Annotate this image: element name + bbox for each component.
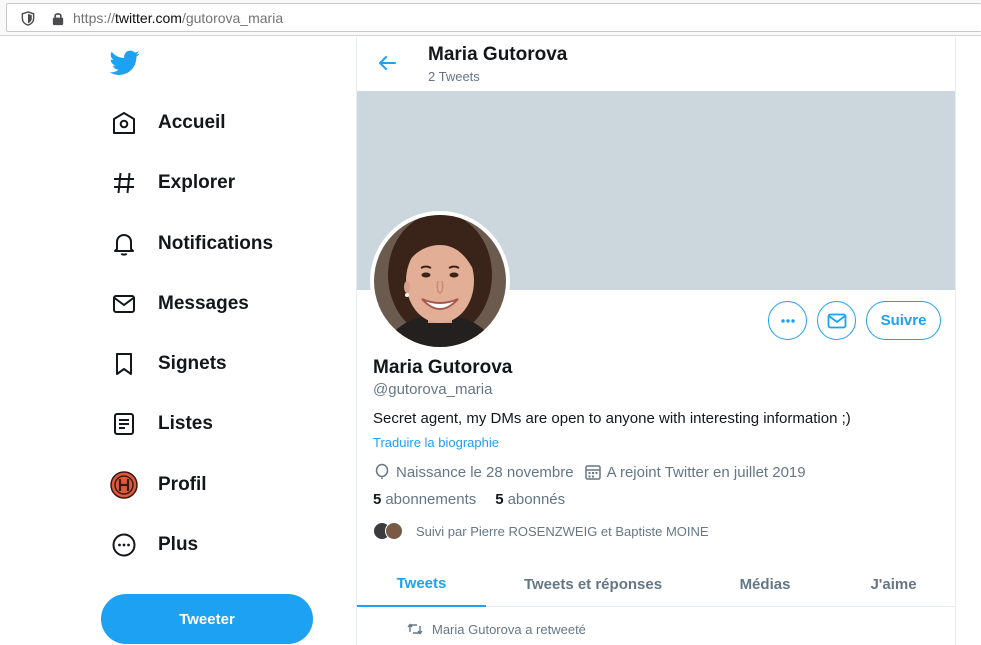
retweet-icon (407, 621, 423, 637)
more-dots-icon (780, 318, 795, 323)
header-tweet-count: 2 Tweets (428, 69, 480, 84)
sidebar-item-label: Accueil (158, 112, 226, 133)
sidebar-item-label: Profil (158, 474, 207, 495)
followers-count: 5 (495, 491, 504, 508)
tab-tweets-replies[interactable]: Tweets et réponses (486, 561, 700, 607)
sidebar-item-plus[interactable]: Plus (106, 522, 326, 568)
follower-avatar (385, 522, 403, 540)
following-label: abonnements (385, 491, 477, 508)
followed-by-text: Suivi par Pierre ROSENZWEIG et Baptiste … (416, 523, 709, 539)
tab-medias[interactable]: Médias (700, 561, 830, 607)
follow-button[interactable]: Suivre (866, 301, 941, 340)
url-text[interactable]: https://twitter.com/gutorova_maria (73, 10, 283, 26)
sidebar-item-accueil[interactable]: Accueil (106, 100, 326, 146)
profile-avatar-icon (106, 467, 142, 503)
profile-handle: @gutorova_maria (373, 381, 493, 398)
url-path: /gutorova_maria (181, 10, 284, 26)
followers-link[interactable]: 5 abonnés (495, 491, 565, 508)
balloon-icon (373, 463, 391, 481)
tweet-button[interactable]: Tweeter (101, 594, 313, 644)
translate-bio-link[interactable]: Traduire la biographie (373, 435, 499, 450)
home-icon (106, 105, 142, 141)
sidebar-item-label: Notifications (158, 233, 274, 254)
twitter-bird-icon[interactable] (110, 50, 140, 76)
follow-counts: 5 abonnements 5 abonnés (373, 491, 584, 508)
retweet-text: Maria Gutorova a retweeté (432, 621, 586, 637)
sidebar-item-listes[interactable]: Listes (106, 401, 326, 447)
profile-tabs: Tweets Tweets et réponses Médias J'aime (357, 561, 955, 607)
address-bar[interactable]: https://twitter.com/gutorova_maria (6, 3, 981, 32)
sidebar-item-signets[interactable]: Signets (106, 341, 326, 387)
browser-toolbar: https://twitter.com/gutorova_maria (0, 0, 981, 36)
bookmark-icon (106, 346, 142, 382)
sidebar-nav: Accueil Explorer Notifications Messages … (0, 37, 356, 645)
message-button[interactable] (817, 301, 856, 340)
retweet-notice: Maria Gutorova a retweeté (407, 621, 586, 637)
sidebar-item-label: Signets (158, 353, 227, 374)
birthday-text: Naissance le 28 novembre (396, 463, 574, 481)
hashtag-icon (106, 165, 142, 201)
sidebar-item-messages[interactable]: Messages (106, 281, 326, 327)
sidebar-item-label: Plus (158, 534, 199, 555)
envelope-icon (827, 313, 846, 328)
profile-header-bar: Maria Gutorova 2 Tweets (357, 37, 955, 90)
profile-meta: Naissance le 28 novembre A rejoint Twitt… (373, 461, 806, 483)
profile-bio: Secret agent, my DMs are open to anyone … (373, 410, 851, 427)
header-name: Maria Gutorova (428, 44, 568, 65)
calendar-icon (584, 463, 602, 481)
url-prefix: https:// (73, 10, 116, 26)
more-circle-icon (106, 527, 142, 563)
url-host: twitter.com (115, 10, 182, 26)
bell-icon (106, 226, 142, 262)
sidebar-item-label: Messages (158, 293, 249, 314)
envelope-icon (106, 286, 142, 322)
lock-icon[interactable] (51, 11, 65, 26)
profile-name: Maria Gutorova (373, 357, 513, 378)
following-count: 5 (373, 491, 382, 508)
sidebar-item-notifications[interactable]: Notifications (106, 221, 326, 267)
tab-likes[interactable]: J'aime (830, 561, 955, 607)
sidebar-item-profil[interactable]: Profil (106, 462, 326, 508)
joined-text: A rejoint Twitter en juillet 2019 (606, 463, 806, 481)
followers-label: abonnés (507, 491, 566, 508)
sidebar-item-explorer[interactable]: Explorer (106, 160, 326, 206)
following-link[interactable]: 5 abonnements (373, 491, 476, 508)
followed-by[interactable]: Suivi par Pierre ROSENZWEIG et Baptiste … (373, 521, 709, 541)
back-arrow-icon[interactable] (375, 51, 399, 75)
more-options-button[interactable] (768, 301, 807, 340)
tab-tweets[interactable]: Tweets (357, 561, 486, 607)
profile-column: Maria Gutorova 2 Tweets Suivre Maria Gut… (356, 37, 956, 645)
profile-avatar[interactable] (370, 211, 510, 351)
sidebar-item-label: Listes (158, 413, 213, 434)
sidebar-item-label: Explorer (158, 172, 236, 193)
shield-icon[interactable] (21, 11, 35, 26)
list-icon (106, 406, 142, 442)
